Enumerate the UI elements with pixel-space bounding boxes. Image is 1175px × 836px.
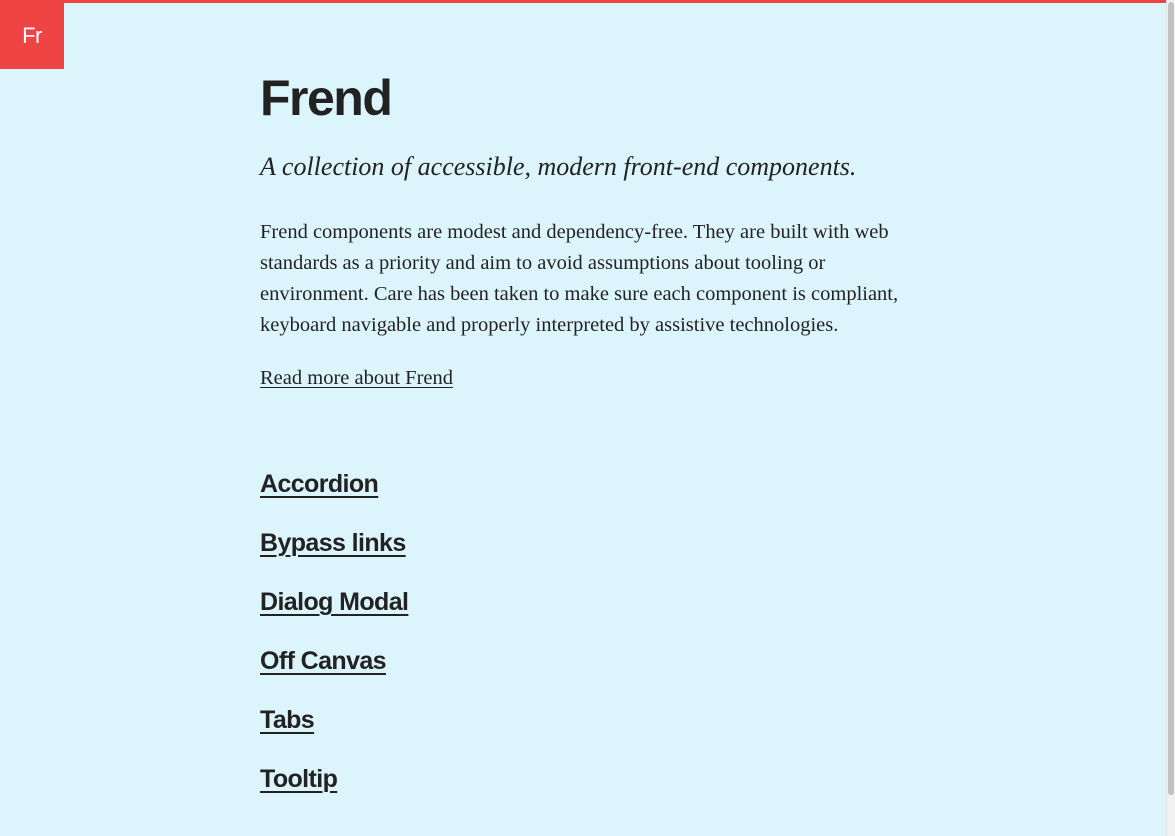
component-link-off-canvas[interactable]: Off Canvas [260, 647, 387, 675]
logo-text: Fr [22, 23, 42, 48]
list-item: Tabs [260, 703, 900, 740]
intro-paragraph: Frend components are modest and dependen… [260, 221, 899, 336]
component-link-tabs[interactable]: Tabs [260, 706, 315, 734]
scrollbar-thumb[interactable] [1168, 2, 1174, 795]
list-item: Accordion [260, 467, 900, 504]
list-item: Dialog Modal [260, 585, 900, 622]
top-accent-bar [0, 0, 1166, 3]
list-item: Bypass links [260, 526, 900, 563]
list-item: Tooltip [260, 762, 900, 799]
component-link-bypass-links[interactable]: Bypass links [260, 529, 406, 557]
main-content: Frend A collection of accessible, modern… [260, 66, 900, 821]
component-list: Accordion Bypass links Dialog Modal Off … [260, 467, 900, 799]
read-more-link[interactable]: Read more about Frend [260, 363, 453, 394]
component-link-accordion[interactable]: Accordion [260, 470, 379, 498]
page-title: Frend [260, 70, 393, 126]
list-item: Off Canvas [260, 644, 900, 681]
vertical-scrollbar[interactable] [1166, 0, 1175, 836]
logo-home-link[interactable]: Fr [0, 3, 64, 69]
component-link-tooltip[interactable]: Tooltip [260, 765, 338, 793]
page-subtitle: A collection of accessible, modern front… [260, 152, 857, 181]
component-link-dialog-modal[interactable]: Dialog Modal [260, 588, 409, 616]
